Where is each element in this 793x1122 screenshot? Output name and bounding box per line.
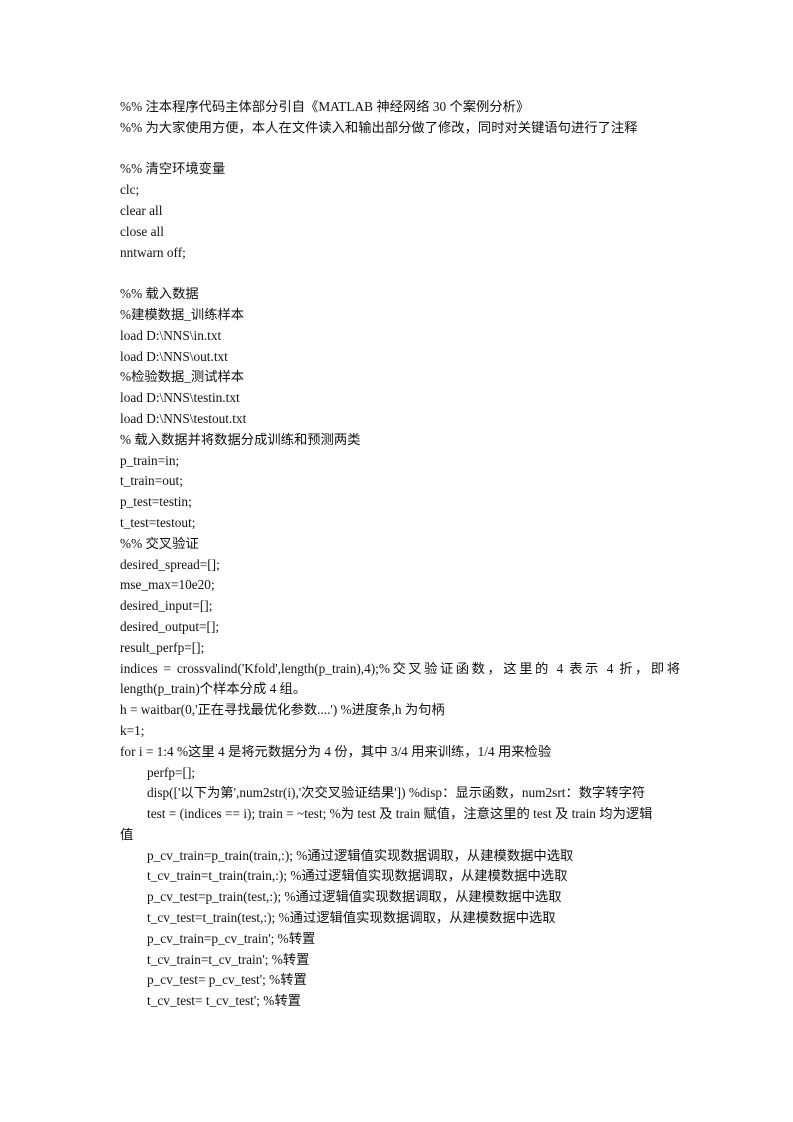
code-line: t_cv_test= t_cv_test'; %转置 bbox=[147, 993, 301, 1009]
code-line: load D:\NNS\testin.txt bbox=[120, 390, 240, 406]
comment-line: % 载入数据并将数据分成训练和预测两类 bbox=[120, 431, 361, 447]
code-line: desired_input=[]; bbox=[120, 598, 213, 614]
code-line: t_test=testout; bbox=[120, 514, 196, 530]
document-page: %% 注本程序代码主体部分引自《MATLAB 神经网络 30 个案例分析》 %% … bbox=[120, 97, 680, 1012]
code-line: p_cv_train=p_train(train,:); %通过逻辑值实现数据调… bbox=[147, 847, 574, 863]
comment-line: %% 交叉验证 bbox=[120, 535, 199, 551]
code-line: load D:\NNS\testout.txt bbox=[120, 410, 247, 426]
code-line: nntwarn off; bbox=[120, 244, 186, 260]
code-line: t_cv_train=t_cv_train'; %转置 bbox=[147, 951, 310, 967]
code-line: p_cv_test=p_train(test,:); %通过逻辑值实现数据调取，… bbox=[147, 889, 562, 905]
code-line: desired_spread=[]; bbox=[120, 556, 220, 572]
code-line: h = waitbar(0,'正在寻找最优化参数....') %进度条,h 为句… bbox=[120, 702, 445, 718]
code-line: p_test=testin; bbox=[120, 494, 192, 510]
code-line: t_cv_test=t_train(test,:); %通过逻辑值实现数据调取，… bbox=[147, 910, 556, 926]
comment-line: %建模数据_训练样本 bbox=[120, 306, 245, 322]
code-line: desired_output=[]; bbox=[120, 618, 220, 634]
code-line: clear all bbox=[120, 202, 163, 218]
code-line: p_train=in; bbox=[120, 452, 180, 468]
code-line: for i = 1:4 %这里 4 是将元数据分为 4 份，其中 3/4 用来训… bbox=[120, 743, 552, 759]
code-line: mse_max=10e20; bbox=[120, 577, 215, 593]
code-line: test = (indices == i); train = ~test; %为… bbox=[147, 806, 653, 822]
comment-line: %% 清空环境变量 bbox=[120, 161, 226, 177]
code-line: t_train=out; bbox=[120, 473, 183, 489]
code-line: 值 bbox=[120, 826, 134, 842]
code-line: disp(['以下为第',num2str(i),'次交叉验证结果']) %dis… bbox=[147, 785, 646, 801]
comment-line: %% 载入数据 bbox=[120, 286, 199, 302]
code-line: perfp=[]; bbox=[147, 764, 196, 780]
code-line: close all bbox=[120, 223, 164, 239]
comment-line: %% 注本程序代码主体部分引自《MATLAB 神经网络 30 个案例分析》 bbox=[120, 99, 530, 114]
comment-line: %检验数据_测试样本 bbox=[120, 369, 245, 385]
code-line: load D:\NNS\out.txt bbox=[120, 348, 228, 364]
comment-line: %% 为大家使用方便，本人在文件读入和输出部分做了修改，同时对关键语句进行了注释 bbox=[120, 119, 638, 135]
code-line: k=1; bbox=[120, 722, 145, 738]
code-line: t_cv_train=t_train(train,:); %通过逻辑值实现数据调… bbox=[147, 868, 568, 884]
code-line: p_cv_test= p_cv_test'; %转置 bbox=[147, 972, 307, 988]
code-line: indices = crossvalind('Kfold',length(p_t… bbox=[120, 660, 680, 697]
code-line: load D:\NNS\in.txt bbox=[120, 327, 222, 343]
code-line: p_cv_train=p_cv_train'; %转置 bbox=[147, 930, 316, 946]
code-line: clc; bbox=[120, 182, 140, 198]
code-line: result_perfp=[]; bbox=[120, 639, 205, 655]
